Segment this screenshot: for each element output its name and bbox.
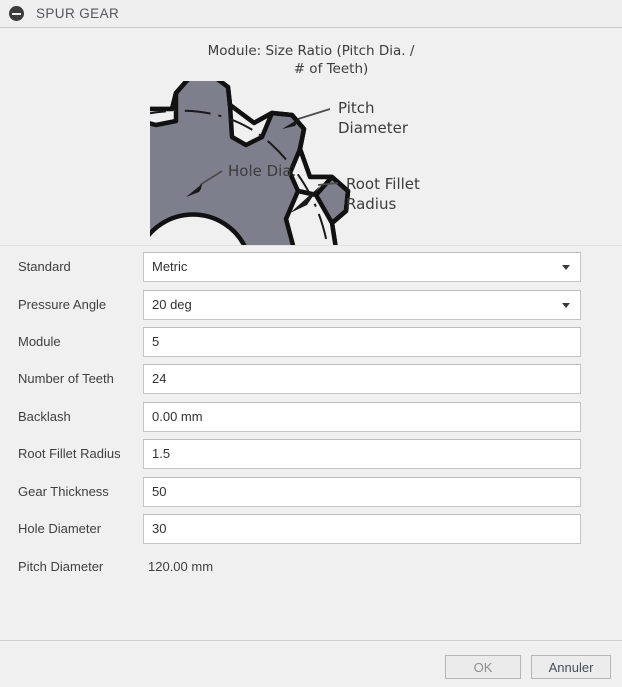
label-pressure-angle: Pressure Angle [18, 297, 107, 312]
chevron-down-icon [562, 264, 570, 270]
root-fillet-radius-input[interactable]: 1.5 [143, 438, 581, 469]
dialog-footer: OK Annuler [0, 640, 622, 687]
diagram-caption-line2: # of Teeth) [293, 61, 369, 77]
hole-diameter-value: 30 [152, 521, 167, 536]
gear-thickness-value: 50 [152, 484, 167, 499]
gear-illustration: Pitch Diameter Hole Dia. Root Fillet Rad… [150, 81, 420, 245]
panel-header: SPUR GEAR [0, 0, 622, 28]
annotation-pitch-diameter-line2: Diameter [338, 119, 409, 137]
number-of-teeth-value: 24 [152, 371, 167, 386]
standard-value: Metric [152, 259, 188, 274]
label-backlash: Backlash [18, 409, 71, 424]
module-value: 5 [152, 334, 160, 349]
label-module: Module [18, 334, 61, 349]
annotation-hole-dia: Hole Dia. [228, 162, 296, 180]
annotation-root-fillet-line2: Radius [346, 195, 396, 213]
form-row-root-fillet-radius: Root Fillet Radius 1.5 [0, 435, 622, 472]
pitch-diameter-value: 120.00 mm [148, 559, 214, 574]
form-row-standard: Standard Metric [0, 248, 622, 285]
backlash-input[interactable]: 0.00 mm [143, 401, 581, 432]
form-row-backlash: Backlash 0.00 mm [0, 398, 622, 435]
form-row-pressure-angle: Pressure Angle 20 deg [0, 286, 622, 323]
label-root-fillet-radius: Root Fillet Radius [18, 446, 121, 461]
gear-parameters-form: Standard Metric Pressure Angle 20 deg Mo… [0, 245, 622, 640]
diagram-caption: Module: Size Ratio (Pitch Dia. / # of Te… [0, 42, 622, 78]
label-pitch-diameter: Pitch Diameter [18, 559, 104, 574]
number-of-teeth-input[interactable]: 24 [143, 363, 581, 394]
label-gear-thickness: Gear Thickness [18, 484, 109, 499]
form-row-module: Module 5 [0, 323, 622, 360]
cancel-button[interactable]: Annuler [531, 655, 611, 679]
minus-circle-icon[interactable] [9, 6, 24, 21]
pressure-angle-select[interactable]: 20 deg [143, 289, 581, 320]
form-row-hole-diameter: Hole Diameter 30 [0, 510, 622, 547]
gear-diagram: Module: Size Ratio (Pitch Dia. / # of Te… [0, 29, 622, 245]
form-row-pitch-diameter: Pitch Diameter 120.00 mm [0, 548, 622, 585]
annotation-root-fillet-line1: Root Fillet [346, 175, 420, 193]
backlash-value: 0.00 mm [152, 409, 203, 424]
chevron-down-icon [562, 302, 570, 308]
pressure-angle-value: 20 deg [152, 297, 192, 312]
label-hole-diameter: Hole Diameter [18, 521, 102, 536]
label-number-of-teeth: Number of Teeth [18, 371, 114, 386]
form-row-gear-thickness: Gear Thickness 50 [0, 473, 622, 510]
annotation-pitch-diameter-line1: Pitch [338, 99, 375, 117]
label-standard: Standard [18, 259, 71, 274]
form-row-number-of-teeth: Number of Teeth 24 [0, 360, 622, 397]
standard-select[interactable]: Metric [143, 251, 581, 282]
root-fillet-radius-value: 1.5 [152, 446, 171, 461]
ok-button[interactable]: OK [445, 655, 521, 679]
hole-diameter-input[interactable]: 30 [143, 513, 581, 544]
gear-thickness-input[interactable]: 50 [143, 476, 581, 507]
module-input[interactable]: 5 [143, 326, 581, 357]
diagram-caption-line1: Module: Size Ratio (Pitch Dia. / [207, 43, 415, 59]
page-title: SPUR GEAR [36, 6, 120, 21]
